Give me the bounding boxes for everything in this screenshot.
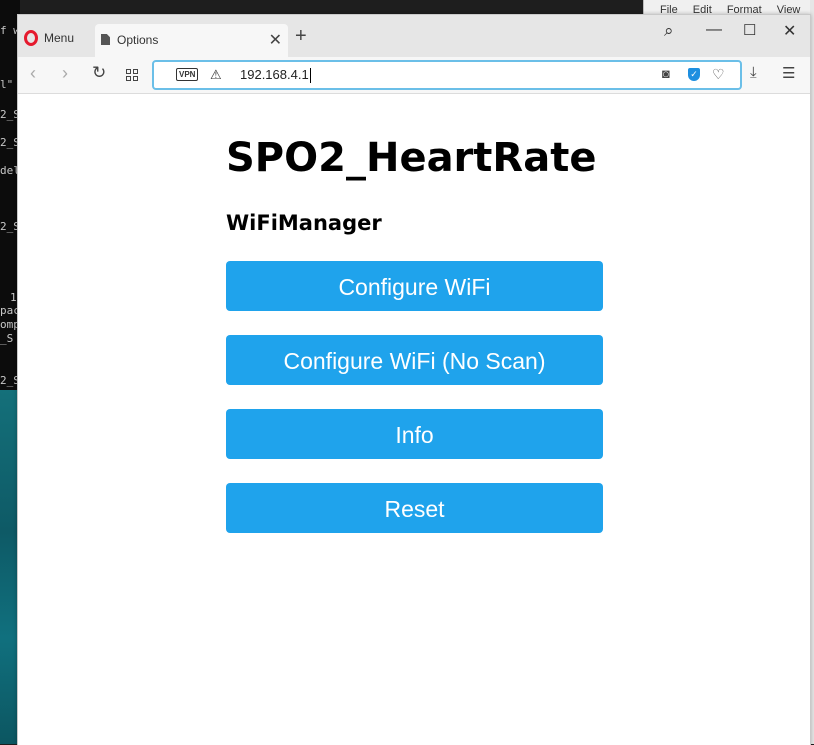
tabs-overview-icon[interactable] <box>126 69 138 81</box>
url-text[interactable]: 192.168.4.1 <box>240 67 311 84</box>
url-value: 192.168.4.1 <box>240 67 309 82</box>
back-icon[interactable]: ‹ <box>30 63 36 84</box>
text-caret <box>309 68 311 84</box>
close-tab-icon[interactable]: ✕ <box>269 30 282 50</box>
terminal-line: _S <box>0 332 14 345</box>
heart-icon[interactable]: ♡ <box>712 66 725 83</box>
warning-icon[interactable]: ⚠ <box>210 67 222 83</box>
search-icon[interactable]: ⌕ <box>664 21 674 41</box>
page-subtitle: WiFiManager <box>226 211 382 235</box>
opera-logo-icon <box>24 30 38 46</box>
terminal-line: 1 <box>10 291 17 304</box>
opera-menu-button[interactable]: Menu <box>24 27 74 49</box>
easy-setup-icon[interactable]: ☰ <box>782 64 795 82</box>
reset-button[interactable]: Reset <box>226 483 603 533</box>
terminal-line: l" <box>0 78 14 91</box>
new-tab-icon[interactable]: + <box>295 25 307 48</box>
vpn-badge[interactable]: VPN <box>176 68 199 81</box>
tab-title: Options <box>117 33 159 47</box>
address-bar[interactable]: VPN ⚠ 192.168.4.1 ◙ ✓ ♡ <box>152 60 742 90</box>
snapshot-icon[interactable]: ◙ <box>662 66 670 81</box>
download-icon[interactable]: ⤓ <box>750 64 757 81</box>
adblock-shield-icon[interactable]: ✓ <box>688 68 700 81</box>
address-toolbar: ‹ › ↻ VPN ⚠ 192.168.4.1 ◙ ✓ ♡ ⤓ ☰ <box>18 57 810 94</box>
tab-bar: Menu Options ✕ + ⌕ — ☐ ✕ <box>18 15 810 57</box>
minimize-icon[interactable]: — <box>706 21 722 39</box>
page-title: SPO2_HeartRate <box>226 135 597 181</box>
tab-options[interactable]: Options ✕ <box>95 24 288 57</box>
opera-menu-label: Menu <box>44 31 75 45</box>
configure-wifi-no-scan-button[interactable]: Configure WiFi (No Scan) <box>226 335 603 385</box>
info-button[interactable]: Info <box>226 409 603 459</box>
browser-window: Menu Options ✕ + ⌕ — ☐ ✕ ‹ › ↻ VPN ⚠ 192… <box>17 14 811 745</box>
reload-icon[interactable]: ↻ <box>92 63 106 83</box>
page-content: SPO2_HeartRate WiFiManager Configure WiF… <box>18 94 810 745</box>
configure-wifi-button[interactable]: Configure WiFi <box>226 261 603 311</box>
close-window-icon[interactable]: ✕ <box>783 21 796 41</box>
document-icon <box>101 34 110 45</box>
forward-icon[interactable]: › <box>62 63 68 84</box>
maximize-icon[interactable]: ☐ <box>743 21 756 39</box>
